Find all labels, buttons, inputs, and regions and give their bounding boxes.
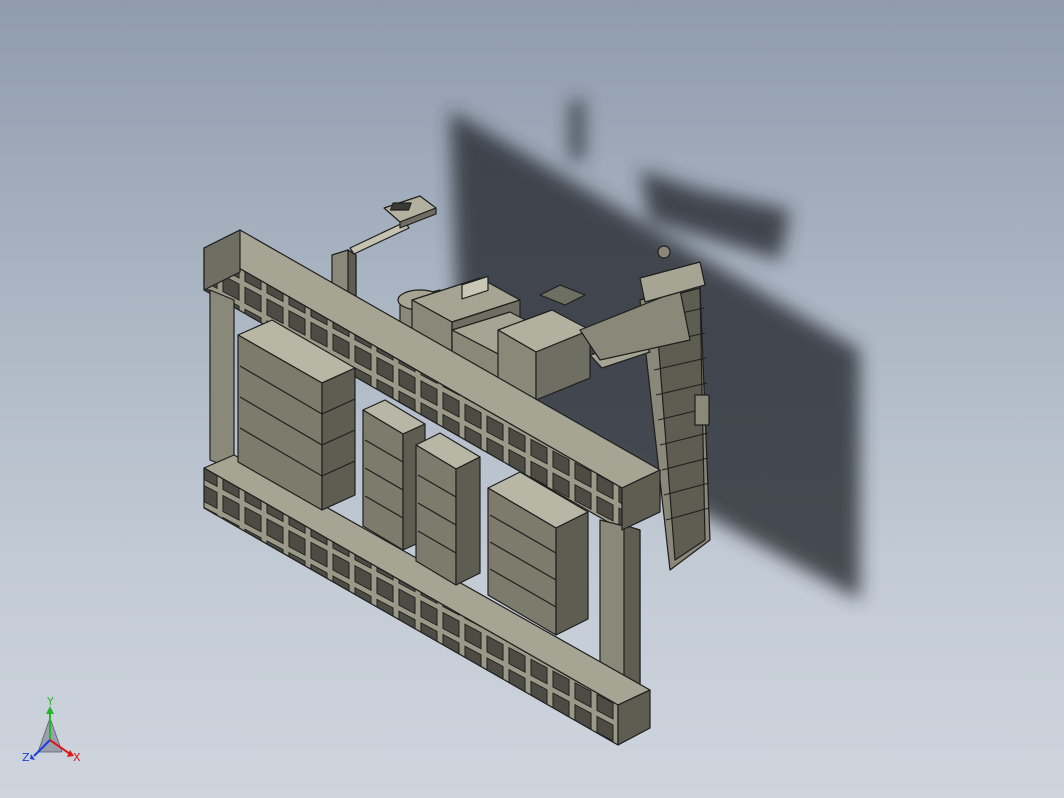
triad-y-label: Y: [46, 695, 54, 708]
triad-x-label: X: [73, 751, 81, 764]
cad-viewport[interactable]: Y X Z: [0, 0, 1064, 798]
triad-z-label: Z: [22, 751, 30, 764]
orientation-triad[interactable]: Y X Z: [22, 695, 81, 764]
